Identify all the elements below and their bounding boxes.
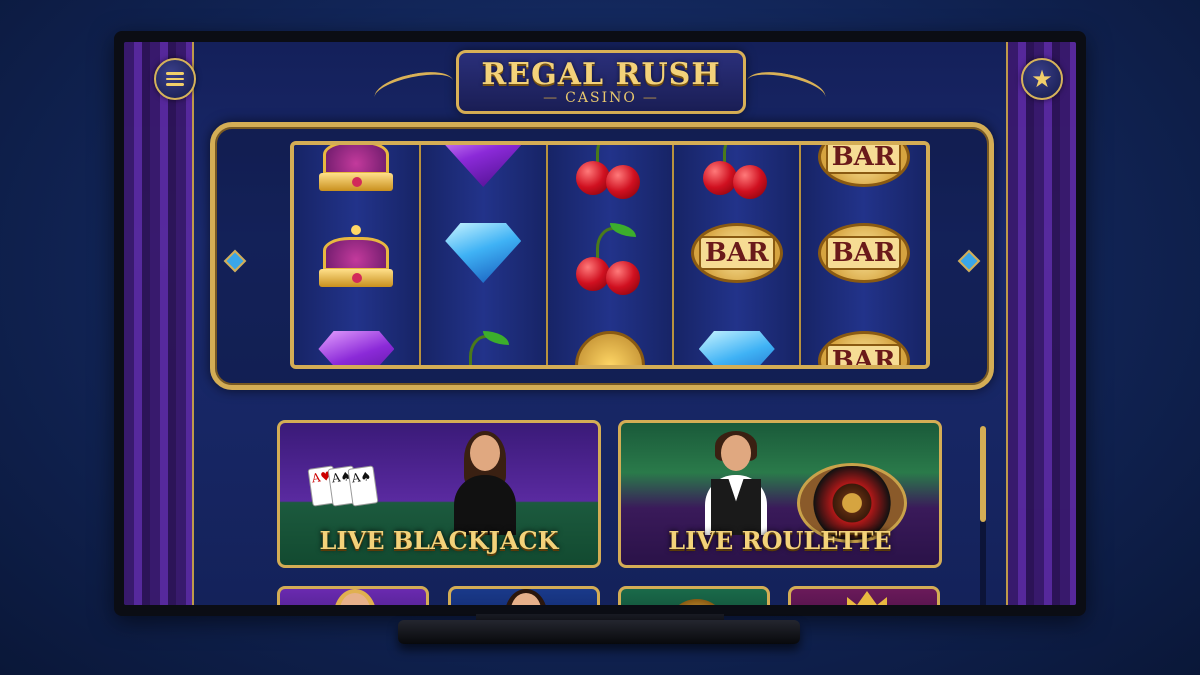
slot-reels[interactable]: BAR BAR BAR BAR bbox=[290, 141, 930, 369]
purple-gem-icon bbox=[318, 331, 395, 365]
roulette-dealer bbox=[701, 431, 771, 535]
favorites-button[interactable]: ★ bbox=[1021, 58, 1063, 100]
crown-icon bbox=[313, 145, 399, 197]
coin-icon bbox=[574, 331, 645, 365]
reel-symbol bbox=[313, 223, 399, 293]
cherries-icon bbox=[572, 145, 648, 199]
reel-symbol bbox=[574, 331, 645, 365]
logo-title: REGAL RUSH bbox=[481, 57, 721, 92]
reel-symbol bbox=[313, 145, 399, 197]
crown-icon bbox=[847, 591, 887, 605]
logo-ornament-right bbox=[743, 66, 829, 112]
purple-gem-icon bbox=[445, 145, 522, 187]
cherries-icon bbox=[699, 145, 775, 199]
tv-monitor: ★ REGAL RUSH CASINO BAR BAR BAR BAR A♥A♠A♠ … bbox=[114, 31, 1086, 616]
reel-symbol bbox=[445, 223, 522, 283]
blue-gem-icon bbox=[698, 331, 775, 365]
bar-label: BAR bbox=[698, 236, 775, 270]
reel-symbol bbox=[318, 331, 395, 365]
scrollbar[interactable] bbox=[980, 426, 986, 605]
left-curtain bbox=[124, 42, 194, 605]
game-thumbnail-1[interactable] bbox=[277, 586, 429, 605]
reel-symbol bbox=[699, 145, 775, 199]
slot-machine-frame: BAR BAR BAR BAR bbox=[210, 122, 994, 390]
live-roulette-card[interactable]: LIVE ROULETTE bbox=[618, 420, 942, 568]
menu-button[interactable] bbox=[154, 58, 196, 100]
playing-cards: A♥ A♠ A♠ bbox=[307, 465, 379, 507]
game-thumbnail-3[interactable] bbox=[618, 586, 770, 605]
live-roulette-label: LIVE ROULETTE bbox=[668, 526, 892, 555]
game-thumbnail-2[interactable] bbox=[448, 586, 600, 605]
logo-ornament-left bbox=[371, 66, 457, 112]
tv-stand-base bbox=[398, 620, 800, 644]
reel-2 bbox=[420, 145, 548, 365]
star-medal-icon bbox=[667, 599, 727, 605]
game-thumbnail-4[interactable] bbox=[788, 586, 940, 605]
reel-symbol bbox=[445, 331, 521, 365]
reel-symbol bbox=[445, 145, 522, 187]
bar-label: BAR bbox=[825, 236, 902, 270]
reel-symbol: BAR bbox=[690, 223, 783, 283]
bar-symbol: BAR bbox=[817, 145, 910, 187]
cherries-icon bbox=[572, 223, 648, 295]
reel-5: BAR BAR BAR bbox=[801, 145, 926, 365]
blackjack-dealer bbox=[450, 431, 520, 535]
live-blackjack-label: LIVE BLACKJACK bbox=[319, 526, 559, 555]
reel-symbol bbox=[698, 331, 775, 365]
bar-symbol: BAR bbox=[690, 223, 783, 283]
bar-label: BAR bbox=[825, 145, 902, 174]
blue-gem-icon bbox=[445, 223, 522, 283]
reel-symbol bbox=[572, 145, 648, 199]
cherries-icon bbox=[445, 331, 521, 365]
reel-3 bbox=[547, 145, 675, 365]
reel-1 bbox=[294, 145, 421, 365]
bar-label: BAR bbox=[825, 344, 902, 365]
live-blackjack-card[interactable]: A♥ A♠ A♠ LIVE BLACKJACK bbox=[277, 420, 601, 568]
logo-subtitle: CASINO bbox=[459, 90, 743, 106]
star-icon: ★ bbox=[1031, 65, 1053, 93]
right-curtain bbox=[1006, 42, 1076, 605]
frame-gem-left bbox=[223, 249, 247, 273]
game-screen: ★ REGAL RUSH CASINO BAR BAR BAR BAR A♥A♠A♠ … bbox=[124, 42, 1076, 605]
reel-symbol: BAR bbox=[817, 223, 910, 283]
reel-symbol: BAR bbox=[817, 145, 910, 187]
casino-logo: REGAL RUSH CASINO bbox=[456, 50, 746, 114]
frame-gem-right bbox=[957, 249, 981, 273]
reel-4: BAR bbox=[674, 145, 802, 365]
reel-symbol bbox=[572, 223, 648, 295]
bar-symbol: BAR bbox=[817, 331, 910, 365]
scroll-thumb[interactable] bbox=[980, 426, 986, 522]
hamburger-menu-icon bbox=[166, 69, 184, 89]
bar-symbol: BAR bbox=[817, 223, 910, 283]
reel-symbol: BAR bbox=[817, 331, 910, 365]
crown-icon bbox=[313, 223, 399, 293]
